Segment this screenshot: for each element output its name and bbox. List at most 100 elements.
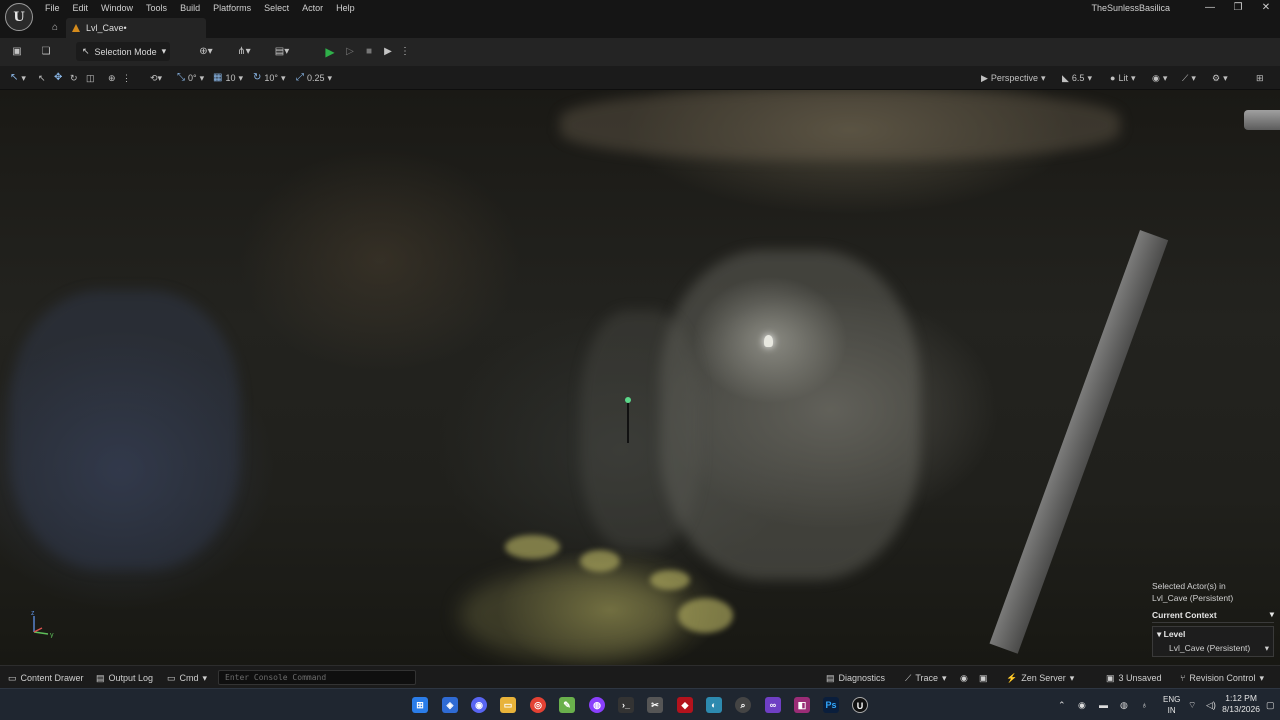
play-icon[interactable]: ▶ bbox=[322, 43, 338, 61]
current-context-panel: Selected Actor(s) in Lvl_Cave (Persisten… bbox=[1152, 580, 1274, 657]
level-viewport[interactable]: z y Selected Actor(s) in Lvl_Cave (Persi… bbox=[0, 90, 1280, 665]
metal-frame-structure bbox=[989, 230, 1169, 654]
substance-icon[interactable]: ◧ bbox=[794, 697, 810, 713]
rock-pillar bbox=[580, 310, 700, 550]
tray-discord-icon[interactable]: ◉ bbox=[1078, 698, 1086, 712]
perspective-dropdown[interactable]: ▶ Perspective ▾ bbox=[981, 70, 1045, 86]
home-tab-icon[interactable]: ⌂ bbox=[46, 20, 64, 36]
scale-tool-icon[interactable]: ◫ bbox=[86, 70, 95, 86]
grid-snap-toggle[interactable]: ⤡ 0° ▾ bbox=[177, 70, 204, 86]
system-clock[interactable]: 1:12 PM 8/13/2026 bbox=[1222, 693, 1260, 715]
menu-build[interactable]: Build bbox=[180, 0, 210, 17]
gear-icon: ⚙ bbox=[1212, 73, 1221, 83]
language-indicator[interactable]: ENG IN bbox=[1163, 694, 1180, 716]
revision-control-dropdown[interactable]: ⑂ Revision Control ▾ bbox=[1180, 671, 1264, 685]
camera-speed-value: 6.5 bbox=[1071, 73, 1085, 83]
scalability-icon: ⟋ bbox=[1182, 73, 1189, 83]
tray-network-status-icon[interactable]: ◍ bbox=[1120, 698, 1128, 712]
menu-help[interactable]: Help bbox=[336, 0, 365, 17]
menu-platforms[interactable]: Platforms bbox=[213, 0, 261, 17]
status-bar: ▭ Content Drawer ▤ Output Log ▭ Cmd ▾ Enter … bbox=[0, 665, 1280, 688]
blueprint-icon[interactable]: ⋔▾ bbox=[232, 43, 256, 61]
menu-tools[interactable]: Tools bbox=[146, 0, 177, 17]
github-icon[interactable]: ◍ bbox=[589, 697, 605, 713]
outlook-icon[interactable]: ◈ bbox=[442, 697, 458, 713]
tray-overflow-icon[interactable]: ⌃ bbox=[1058, 698, 1066, 712]
minimize-button[interactable]: — bbox=[1195, 0, 1225, 17]
record-icon[interactable]: ◉ bbox=[960, 671, 968, 685]
menu-file[interactable]: File bbox=[45, 0, 70, 17]
add-actor-icon[interactable]: ⊕▾ bbox=[194, 43, 218, 61]
diagnostics-icon: ▤ bbox=[826, 673, 835, 683]
level-dropdown[interactable]: Lvl_Cave (Persistent) ▾ bbox=[1157, 643, 1269, 654]
trace-icon: ⟋ bbox=[905, 673, 912, 683]
wifi-icon[interactable]: ⌔ bbox=[1188, 698, 1196, 712]
visual-studio-icon[interactable]: ∞ bbox=[765, 697, 781, 713]
blender-icon[interactable]: ◐ bbox=[706, 697, 722, 713]
diagnostics-button[interactable]: ▤ Diagnostics bbox=[826, 671, 885, 685]
cinematics-icon[interactable]: ▤▾ bbox=[270, 43, 294, 61]
menu-actor[interactable]: Actor bbox=[302, 0, 333, 17]
rotate-tool-icon[interactable]: ↻ bbox=[70, 70, 78, 86]
play-options-icon[interactable]: ▶ bbox=[380, 43, 396, 61]
level-tab[interactable]: Lvl_Cave• bbox=[66, 18, 206, 38]
restore-button[interactable]: ❐ bbox=[1223, 0, 1253, 17]
photoshop-icon[interactable]: Ps bbox=[823, 697, 839, 713]
translate-tool-icon[interactable]: ✥ bbox=[54, 70, 62, 86]
tray-microphone-icon[interactable]: ♁ bbox=[1141, 698, 1148, 712]
discord-icon[interactable]: ◉ bbox=[471, 697, 487, 713]
lighting-dropdown[interactable]: ● Lit ▾ bbox=[1110, 70, 1135, 86]
notepad-plus-icon[interactable]: ✎ bbox=[559, 697, 575, 713]
show-flags-dropdown[interactable]: ◉ ▾ bbox=[1152, 70, 1167, 86]
terminal-icon[interactable]: ›_ bbox=[618, 697, 634, 713]
document-tab-row: ⌂ Lvl_Cave• bbox=[0, 17, 1280, 38]
level-context-box: ▾ Level Lvl_Cave (Persistent) ▾ bbox=[1152, 626, 1274, 657]
search-icon[interactable]: ⌕ bbox=[735, 697, 751, 713]
cmd-dropdown[interactable]: ▭ Cmd ▾ bbox=[167, 671, 207, 685]
viewport-settings-dropdown[interactable]: ⚙ ▾ bbox=[1212, 70, 1228, 86]
surface-snap-icon[interactable]: ⟲▾ bbox=[150, 70, 162, 86]
world-space-icon[interactable]: ⊕ bbox=[108, 70, 116, 86]
current-context-header[interactable]: Current Context ▾ bbox=[1152, 607, 1274, 623]
rotation-snap-toggle[interactable]: ↻ 10° ▾ bbox=[253, 70, 286, 86]
tray-app-icon[interactable]: ▬ bbox=[1099, 698, 1108, 712]
unsaved-button[interactable]: ▣ 3 Unsaved bbox=[1106, 671, 1162, 685]
notification-icon[interactable]: ▢ bbox=[1266, 698, 1275, 712]
actor-marker-stem bbox=[627, 403, 629, 443]
menu-edit[interactable]: Edit bbox=[73, 0, 99, 17]
red-app-icon[interactable]: ◆ bbox=[677, 697, 693, 713]
select-tool-icon[interactable]: ↖ bbox=[38, 70, 46, 86]
more-transform-icon[interactable]: ⋮ bbox=[122, 70, 131, 86]
stop-icon[interactable]: ■ bbox=[362, 43, 376, 61]
cmd-icon: ▭ bbox=[167, 673, 176, 683]
volume-icon[interactable]: ◁) bbox=[1206, 698, 1216, 712]
trace-dropdown[interactable]: ⟋ Trace ▾ bbox=[905, 671, 947, 685]
content-browser-icon[interactable]: ❏ bbox=[38, 43, 54, 61]
save-icon[interactable]: ▣ bbox=[10, 43, 24, 61]
content-drawer-button[interactable]: ▭ Content Drawer bbox=[8, 671, 84, 685]
location-snap-toggle[interactable]: ▦ 10 ▾ bbox=[213, 70, 243, 86]
file-explorer-icon[interactable]: ▭ bbox=[500, 697, 516, 713]
unreal-logo-icon[interactable]: U bbox=[5, 3, 33, 31]
selection-mode-dropdown[interactable]: ↖ Selection Mode ▾ bbox=[76, 42, 170, 61]
chrome-icon[interactable]: ◎ bbox=[530, 697, 546, 713]
viewport-options-icon[interactable]: ↖ ▾ bbox=[10, 70, 26, 86]
menu-select[interactable]: Select bbox=[264, 0, 299, 17]
windows-start-icon[interactable]: ⊞ bbox=[412, 697, 428, 713]
more-options-icon[interactable]: ⋮ bbox=[400, 43, 410, 61]
screenshot-icon[interactable]: ▣ bbox=[979, 671, 988, 685]
point-light-icon[interactable] bbox=[764, 335, 773, 347]
snipping-tool-icon[interactable]: ✂ bbox=[647, 697, 663, 713]
close-button[interactable]: ✕ bbox=[1251, 0, 1280, 17]
zen-server-dropdown[interactable]: ⚡ Zen Server ▾ bbox=[1006, 671, 1074, 685]
unreal-engine-icon[interactable]: U bbox=[852, 697, 868, 713]
camera-speed-dropdown[interactable]: ◣ 6.5 ▾ bbox=[1062, 70, 1092, 86]
performance-dropdown[interactable]: ⟋ ▾ bbox=[1182, 70, 1196, 86]
scale-snap-toggle[interactable]: ⤢ 0.25 ▾ bbox=[296, 70, 332, 86]
layout-icon[interactable]: ⊞ bbox=[1256, 70, 1264, 86]
output-log-button[interactable]: ▤ Output Log bbox=[96, 671, 153, 685]
console-command-input[interactable]: Enter Console Command bbox=[218, 670, 416, 685]
expand-icon[interactable]: ▾ bbox=[1157, 629, 1164, 639]
menu-window[interactable]: Window bbox=[101, 0, 143, 17]
advance-frame-icon[interactable]: ▷ bbox=[343, 43, 357, 61]
